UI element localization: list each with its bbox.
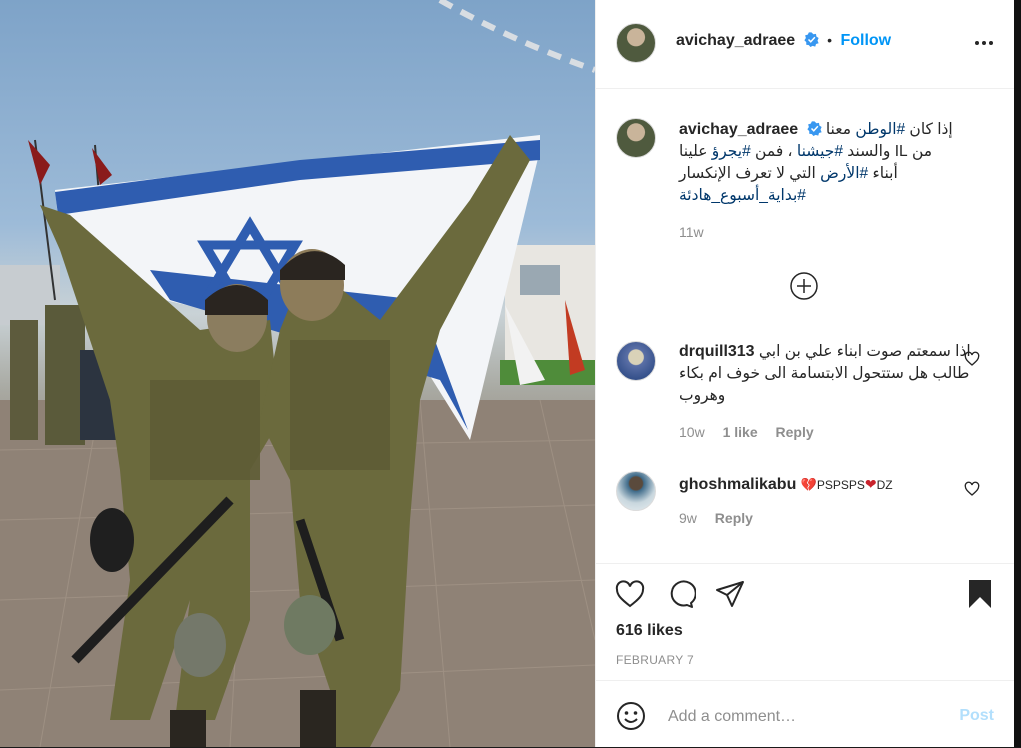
commenter-avatar[interactable] bbox=[616, 341, 656, 381]
caption-line-2: من IL والسند #جيشنا ، فمن #يجرؤ علينا bbox=[679, 143, 933, 160]
comment-input[interactable] bbox=[666, 703, 940, 731]
header-separator: • bbox=[827, 32, 833, 48]
hashtag-link[interactable]: #يجرؤ bbox=[712, 143, 751, 160]
hashtag-link[interactable]: #بداية_أسبوع_هادئة bbox=[679, 187, 806, 204]
heart-emoji: ❤ bbox=[864, 476, 877, 492]
hashtag-link[interactable]: #جيشنا bbox=[797, 143, 843, 160]
commenter-username[interactable]: ghoshmalikabu bbox=[679, 476, 796, 493]
hashtag-link[interactable]: #الوطن bbox=[855, 121, 905, 138]
follow-button[interactable]: Follow bbox=[840, 32, 891, 49]
caption-verified-badge-icon bbox=[806, 121, 822, 136]
comment-meta: 9w Reply bbox=[679, 510, 767, 526]
bookmark-icon[interactable] bbox=[964, 578, 996, 610]
comment-text: PSPSPS bbox=[816, 478, 865, 492]
load-more-comments-icon[interactable] bbox=[789, 271, 819, 301]
post-actions: 616 likes FEBRUARY 7 bbox=[596, 563, 1014, 681]
post-date[interactable]: FEBRUARY 7 bbox=[616, 653, 694, 667]
likes-count[interactable]: 616 likes bbox=[616, 622, 683, 640]
caption-username[interactable]: avichay_adraee bbox=[679, 121, 798, 138]
verified-badge-icon bbox=[804, 32, 819, 47]
commenter-username[interactable]: drquill313 bbox=[679, 343, 755, 360]
post-comment-button[interactable]: Post bbox=[959, 707, 994, 725]
author-avatar[interactable] bbox=[616, 23, 656, 63]
emoji-icon[interactable] bbox=[616, 701, 646, 731]
comment-likes[interactable]: 1 like bbox=[723, 424, 758, 440]
background-strip bbox=[1013, 0, 1021, 747]
more-options-icon[interactable] bbox=[974, 33, 994, 53]
caption-line-3: أبناء #الأرض التي لا تعرف الإنكسار bbox=[679, 165, 898, 182]
comment-text: DZ bbox=[876, 478, 893, 492]
author-username[interactable]: avichay_adraee bbox=[676, 32, 795, 49]
reply-button[interactable]: Reply bbox=[776, 424, 814, 440]
caption-time[interactable]: 11w bbox=[679, 221, 977, 243]
caption-line-1: إذا كان #الوطن معنا bbox=[825, 121, 953, 138]
comment-body: ghoshmalikabu 💔PSPSPS❤DZ bbox=[679, 473, 974, 496]
post-photo-illustration bbox=[0, 0, 595, 747]
comment-icon[interactable] bbox=[664, 578, 696, 610]
author-info: avichay_adraee • Follow bbox=[676, 32, 891, 50]
broken-heart-emoji: 💔 bbox=[800, 477, 817, 492]
add-comment-bar: Post bbox=[596, 680, 1014, 748]
commenter-avatar[interactable] bbox=[616, 471, 656, 511]
post-header: avichay_adraee • Follow bbox=[596, 0, 1014, 89]
reply-button[interactable]: Reply bbox=[715, 510, 753, 526]
comments-section[interactable]: avichay_adraee إذا كان #الوطن معنا من IL… bbox=[596, 89, 1014, 563]
hashtag-link[interactable]: #الأرض bbox=[820, 165, 868, 182]
comment-time[interactable]: 10w bbox=[679, 424, 705, 440]
post-photo[interactable] bbox=[0, 0, 595, 747]
comment-time[interactable]: 9w bbox=[679, 510, 697, 526]
share-icon[interactable] bbox=[714, 578, 746, 610]
comment-like-heart-icon[interactable] bbox=[964, 351, 980, 367]
comment-meta: 10w 1 like Reply bbox=[679, 424, 828, 440]
comment-like-heart-icon[interactable] bbox=[964, 481, 980, 497]
heart-icon[interactable] bbox=[614, 578, 646, 610]
caption-line-4: #بداية_أسبوع_هادئة bbox=[679, 185, 977, 207]
comment-body: drquill313 اذا سمعتم صوت ابناء علي بن اب… bbox=[679, 341, 974, 407]
post-caption: avichay_adraee إذا كان #الوطن معنا من IL… bbox=[679, 119, 977, 243]
post-side-panel: avichay_adraee • Follow avichay_adraee إ… bbox=[595, 0, 1014, 747]
caption-author-avatar[interactable] bbox=[616, 118, 656, 158]
